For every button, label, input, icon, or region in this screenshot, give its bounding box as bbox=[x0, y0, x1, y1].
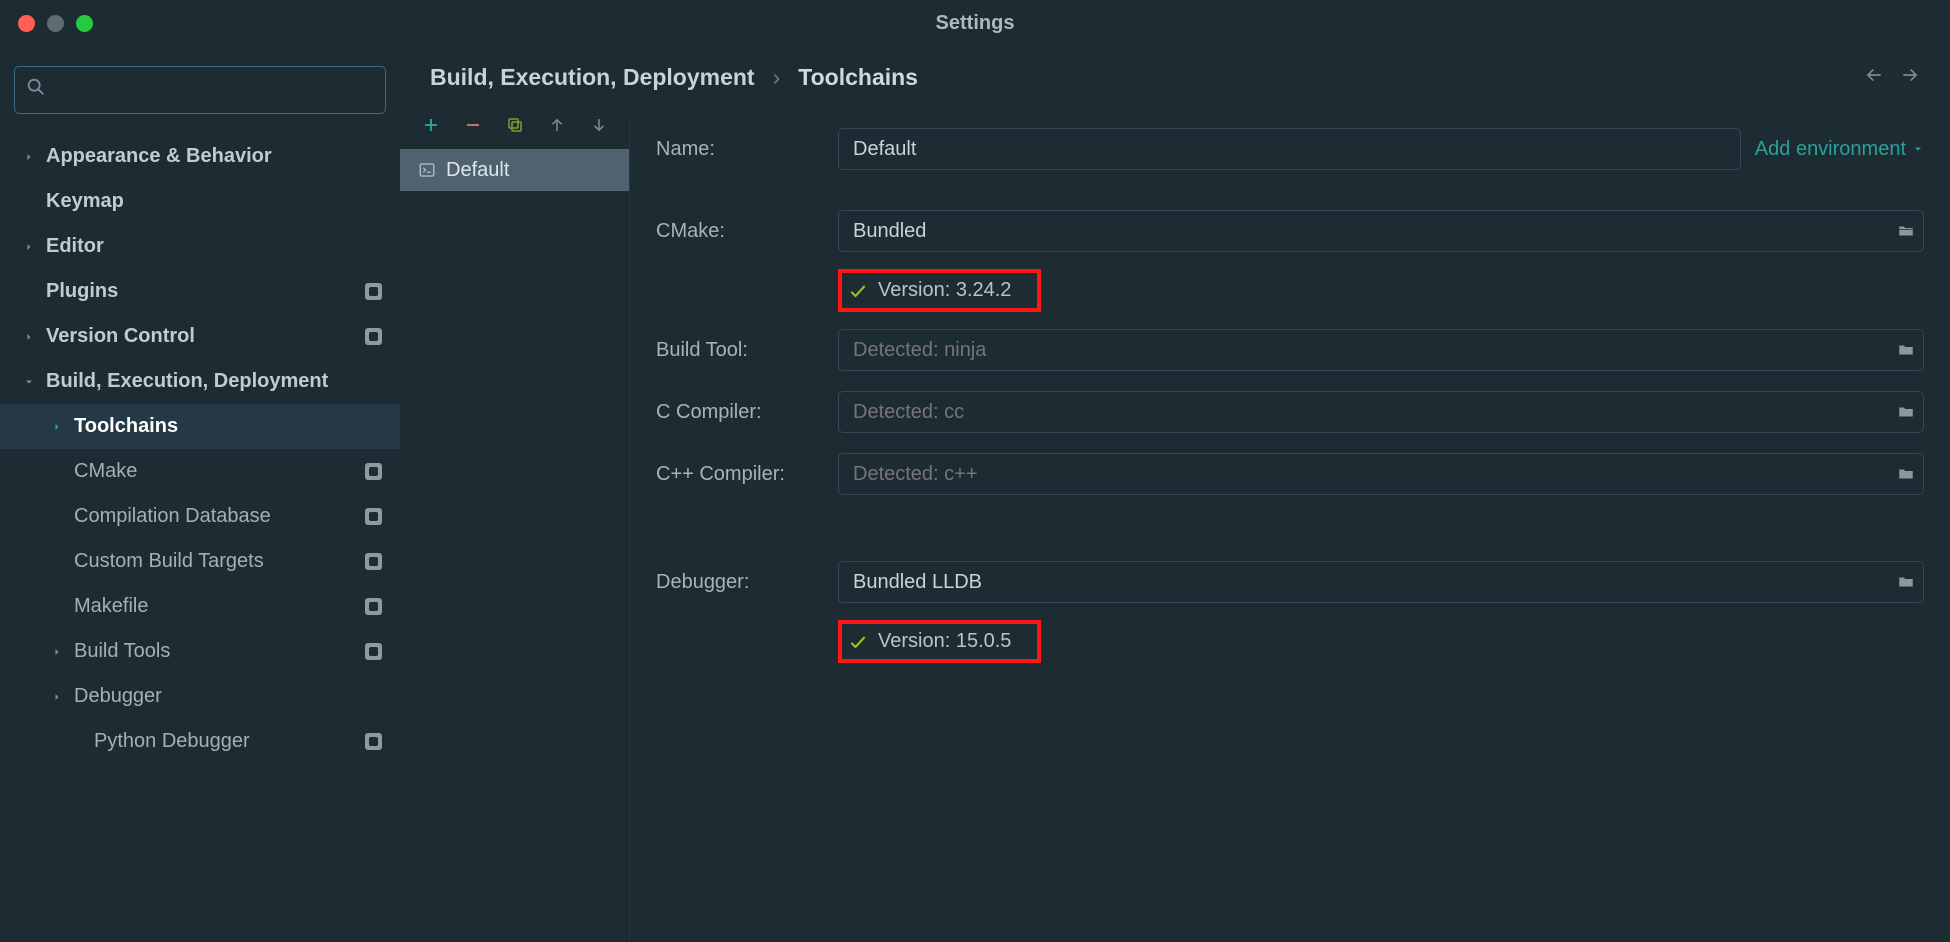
sidebar-item-label: Keymap bbox=[46, 190, 124, 213]
window-maximize-button[interactable] bbox=[76, 15, 93, 32]
sidebar-item-label: Compilation Database bbox=[74, 505, 271, 528]
window-minimize-button[interactable] bbox=[47, 15, 64, 32]
nav-forward-icon[interactable] bbox=[1900, 65, 1920, 91]
ccompiler-label: C Compiler: bbox=[656, 401, 838, 424]
ccompiler-input[interactable] bbox=[838, 391, 1924, 433]
sidebar-item-label: Version Control bbox=[46, 325, 195, 348]
settings-search-input[interactable] bbox=[47, 79, 375, 101]
move-up-button[interactable] bbox=[548, 115, 566, 135]
sidebar-item-build-tools[interactable]: Build Tools bbox=[0, 629, 400, 674]
settings-tree: Appearance & Behavior Keymap Editor Plugins… bbox=[0, 128, 400, 942]
move-down-button[interactable] bbox=[590, 115, 608, 135]
cppcompiler-input[interactable] bbox=[838, 453, 1924, 495]
toolchain-list-panel: Default bbox=[400, 115, 630, 942]
sidebar-item-plugins[interactable]: Plugins bbox=[0, 269, 400, 314]
project-scope-badge-icon bbox=[365, 598, 382, 615]
window-title: Settings bbox=[936, 12, 1015, 35]
settings-search[interactable] bbox=[14, 66, 386, 114]
buildtool-input[interactable] bbox=[838, 329, 1924, 371]
window-traffic-lights bbox=[18, 15, 93, 32]
chevron-right-icon bbox=[22, 151, 36, 163]
settings-sidebar: Appearance & Behavior Keymap Editor Plugins… bbox=[0, 46, 400, 942]
titlebar: Settings bbox=[0, 0, 1950, 46]
sidebar-item-label: Appearance & Behavior bbox=[46, 145, 272, 168]
chevron-right-icon bbox=[50, 691, 64, 703]
toolchain-item-label: Default bbox=[446, 159, 509, 182]
sidebar-item-build-execution-deployment[interactable]: Build, Execution, Deployment bbox=[0, 359, 400, 404]
browse-icon[interactable] bbox=[1896, 573, 1916, 591]
chevron-down-icon bbox=[22, 376, 36, 388]
toolchain-form: Name: Add environment CMake: bbox=[630, 115, 1950, 942]
breadcrumb-current: Toolchains bbox=[798, 64, 918, 91]
sidebar-item-label: Plugins bbox=[46, 280, 118, 303]
nav-back-icon[interactable] bbox=[1864, 65, 1884, 91]
add-toolchain-button[interactable] bbox=[422, 115, 440, 135]
sidebar-item-makefile[interactable]: Makefile bbox=[0, 584, 400, 629]
project-scope-badge-icon bbox=[365, 553, 382, 570]
project-scope-badge-icon bbox=[365, 643, 382, 660]
check-icon bbox=[848, 632, 868, 652]
cmake-version-highlight: Version: 3.24.2 bbox=[838, 269, 1041, 312]
debugger-version-text: Version: 15.0.5 bbox=[878, 630, 1011, 653]
browse-icon[interactable] bbox=[1896, 222, 1916, 240]
window-close-button[interactable] bbox=[18, 15, 35, 32]
project-scope-badge-icon bbox=[365, 328, 382, 345]
sidebar-item-label: Build, Execution, Deployment bbox=[46, 370, 328, 393]
project-scope-badge-icon bbox=[365, 733, 382, 750]
chevron-right-icon bbox=[22, 331, 36, 343]
sidebar-item-label: Toolchains bbox=[74, 415, 178, 438]
toolchain-toolbar bbox=[400, 115, 629, 149]
sidebar-item-appearance-behavior[interactable]: Appearance & Behavior bbox=[0, 134, 400, 179]
breadcrumb-separator: › bbox=[773, 64, 781, 91]
breadcrumb-parent[interactable]: Build, Execution, Deployment bbox=[430, 64, 755, 91]
sidebar-item-label: Build Tools bbox=[74, 640, 170, 663]
chevron-right-icon bbox=[22, 241, 36, 253]
sidebar-item-python-debugger[interactable]: Python Debugger bbox=[0, 719, 400, 764]
project-scope-badge-icon bbox=[365, 463, 382, 480]
sidebar-item-editor[interactable]: Editor bbox=[0, 224, 400, 269]
sidebar-item-custom-build-targets[interactable]: Custom Build Targets bbox=[0, 539, 400, 584]
project-scope-badge-icon bbox=[365, 283, 382, 300]
chevron-right-icon bbox=[50, 646, 64, 658]
cmake-label: CMake: bbox=[656, 220, 838, 243]
copy-toolchain-button[interactable] bbox=[506, 115, 524, 135]
debugger-label: Debugger: bbox=[656, 571, 838, 594]
name-input[interactable] bbox=[838, 128, 1741, 170]
settings-main: Build, Execution, Deployment › Toolchain… bbox=[400, 46, 1950, 942]
check-icon bbox=[848, 281, 868, 301]
project-scope-badge-icon bbox=[365, 508, 382, 525]
name-label: Name: bbox=[656, 138, 838, 161]
browse-icon[interactable] bbox=[1896, 465, 1916, 483]
browse-icon[interactable] bbox=[1896, 341, 1916, 359]
browse-icon[interactable] bbox=[1896, 403, 1916, 421]
cmake-input[interactable] bbox=[838, 210, 1924, 252]
sidebar-item-debugger[interactable]: Debugger bbox=[0, 674, 400, 719]
sidebar-item-cmake[interactable]: CMake bbox=[0, 449, 400, 494]
sidebar-item-compilation-database[interactable]: Compilation Database bbox=[0, 494, 400, 539]
search-icon bbox=[25, 76, 47, 104]
debugger-input[interactable] bbox=[838, 561, 1924, 603]
remove-toolchain-button[interactable] bbox=[464, 115, 482, 135]
sidebar-item-label: Python Debugger bbox=[94, 730, 250, 753]
chevron-right-icon bbox=[50, 421, 64, 433]
buildtool-label: Build Tool: bbox=[656, 339, 838, 362]
sidebar-item-label: Editor bbox=[46, 235, 104, 258]
cmake-version-text: Version: 3.24.2 bbox=[878, 279, 1011, 302]
sidebar-item-label: Debugger bbox=[74, 685, 162, 708]
sidebar-item-label: CMake bbox=[74, 460, 137, 483]
cppcompiler-label: C++ Compiler: bbox=[656, 463, 838, 486]
breadcrumb: Build, Execution, Deployment › Toolchain… bbox=[430, 64, 918, 91]
sidebar-item-label: Makefile bbox=[74, 595, 148, 618]
terminal-icon bbox=[418, 161, 436, 179]
debugger-version-highlight: Version: 15.0.5 bbox=[838, 620, 1041, 663]
sidebar-item-version-control[interactable]: Version Control bbox=[0, 314, 400, 359]
sidebar-item-toolchains[interactable]: Toolchains bbox=[0, 404, 400, 449]
add-environment-link[interactable]: Add environment bbox=[1755, 138, 1924, 161]
toolchain-item-default[interactable]: Default bbox=[400, 149, 629, 191]
sidebar-item-keymap[interactable]: Keymap bbox=[0, 179, 400, 224]
sidebar-item-label: Custom Build Targets bbox=[74, 550, 264, 573]
